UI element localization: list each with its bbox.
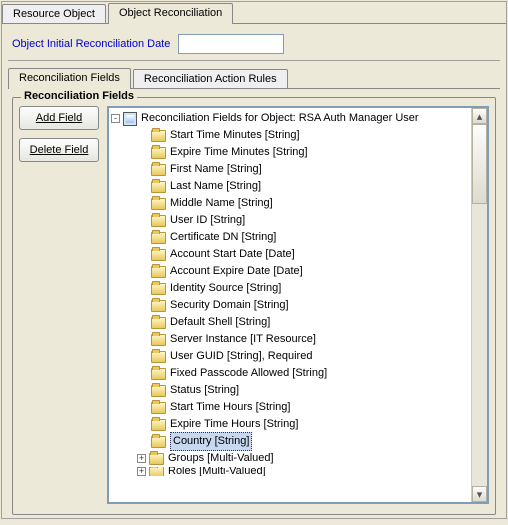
- folder-icon: [151, 385, 166, 397]
- folder-icon: [151, 334, 166, 346]
- tree-item-label[interactable]: Security Domain [String]: [170, 297, 289, 314]
- tree-item-label[interactable]: Start Time Hours [String]: [170, 399, 290, 416]
- folder-icon: [151, 436, 166, 448]
- tab-reconciliation-action-rules[interactable]: Reconciliation Action Rules: [133, 69, 288, 88]
- folder-icon: [151, 232, 166, 244]
- folder-icon: [151, 266, 166, 278]
- tree-item-label[interactable]: User ID [String]: [170, 212, 245, 229]
- folder-icon: [149, 467, 164, 476]
- folder-icon: [151, 283, 166, 295]
- folder-icon: [151, 164, 166, 176]
- tree-item-label[interactable]: Identity Source [String]: [170, 280, 281, 297]
- scroll-up-button[interactable]: ▴: [472, 108, 487, 124]
- folder-icon: [151, 419, 166, 431]
- scrollbar[interactable]: ▴ ▾: [471, 108, 487, 502]
- tree-item-label[interactable]: Account Expire Date [Date]: [170, 263, 303, 280]
- tree-item-label[interactable]: Account Start Date [Date]: [170, 246, 295, 263]
- tree-item-label[interactable]: User GUID [String], Required: [170, 348, 312, 365]
- top-tabbar: Resource Object Object Reconciliation: [2, 2, 506, 23]
- tree-item-label[interactable]: Country [String]: [170, 432, 252, 451]
- tree-item-label[interactable]: Groups [Multi-Valued]: [168, 450, 274, 467]
- initial-recon-date-label: Object Initial Reconciliation Date: [12, 38, 170, 50]
- folder-icon: [151, 249, 166, 261]
- tab-resource-object[interactable]: Resource Object: [2, 4, 106, 23]
- tree-item-label[interactable]: Expire Time Minutes [String]: [170, 144, 308, 161]
- folder-icon: [151, 147, 166, 159]
- add-field-button[interactable]: Add Field: [19, 106, 99, 130]
- tree-item-label[interactable]: Server Instance [IT Resource]: [170, 331, 316, 348]
- expand-icon[interactable]: +: [137, 454, 146, 463]
- tree-item-label[interactable]: Fixed Passcode Allowed [String]: [170, 365, 327, 382]
- tree-view[interactable]: - Reconciliation Fields for Object: RSA A…: [109, 108, 471, 502]
- scroll-thumb[interactable]: [472, 124, 487, 204]
- tree-item-label[interactable]: Expire Time Hours [String]: [170, 416, 298, 433]
- tree-item-label[interactable]: Status [String]: [170, 382, 239, 399]
- tree-root-label: Reconciliation Fields for Object: RSA Au…: [141, 110, 419, 127]
- tree-item-label[interactable]: Last Name [String]: [170, 178, 261, 195]
- tab-object-reconciliation[interactable]: Object Reconciliation: [108, 3, 233, 24]
- folder-icon: [151, 300, 166, 312]
- folder-icon: [151, 181, 166, 193]
- tree-item-label[interactable]: First Name [String]: [170, 161, 262, 178]
- folder-icon: [151, 368, 166, 380]
- tree-item-label[interactable]: Start Time Minutes [String]: [170, 127, 300, 144]
- delete-field-button[interactable]: Delete Field: [19, 138, 99, 162]
- folder-icon: [151, 198, 166, 210]
- folder-icon: [151, 351, 166, 363]
- tree-item-label[interactable]: Roles [Multi-Valued]: [168, 467, 266, 476]
- object-icon: [123, 112, 137, 126]
- folder-icon: [151, 402, 166, 414]
- folder-icon: [151, 215, 166, 227]
- inner-tabbar: Reconciliation Fields Reconciliation Act…: [8, 67, 500, 88]
- tree-item-label[interactable]: Certificate DN [String]: [170, 229, 276, 246]
- folder-icon: [151, 130, 166, 142]
- initial-recon-date-input[interactable]: [178, 34, 284, 54]
- tab-reconciliation-fields[interactable]: Reconciliation Fields: [8, 68, 131, 89]
- folder-icon: [149, 453, 164, 465]
- expand-icon[interactable]: +: [137, 467, 146, 476]
- tree-item-label[interactable]: Middle Name [String]: [170, 195, 273, 212]
- fieldset-legend: Reconciliation Fields: [21, 90, 137, 102]
- scroll-down-button[interactable]: ▾: [472, 486, 487, 502]
- collapse-icon[interactable]: -: [111, 114, 120, 123]
- tree-item-label[interactable]: Default Shell [String]: [170, 314, 270, 331]
- folder-icon: [151, 317, 166, 329]
